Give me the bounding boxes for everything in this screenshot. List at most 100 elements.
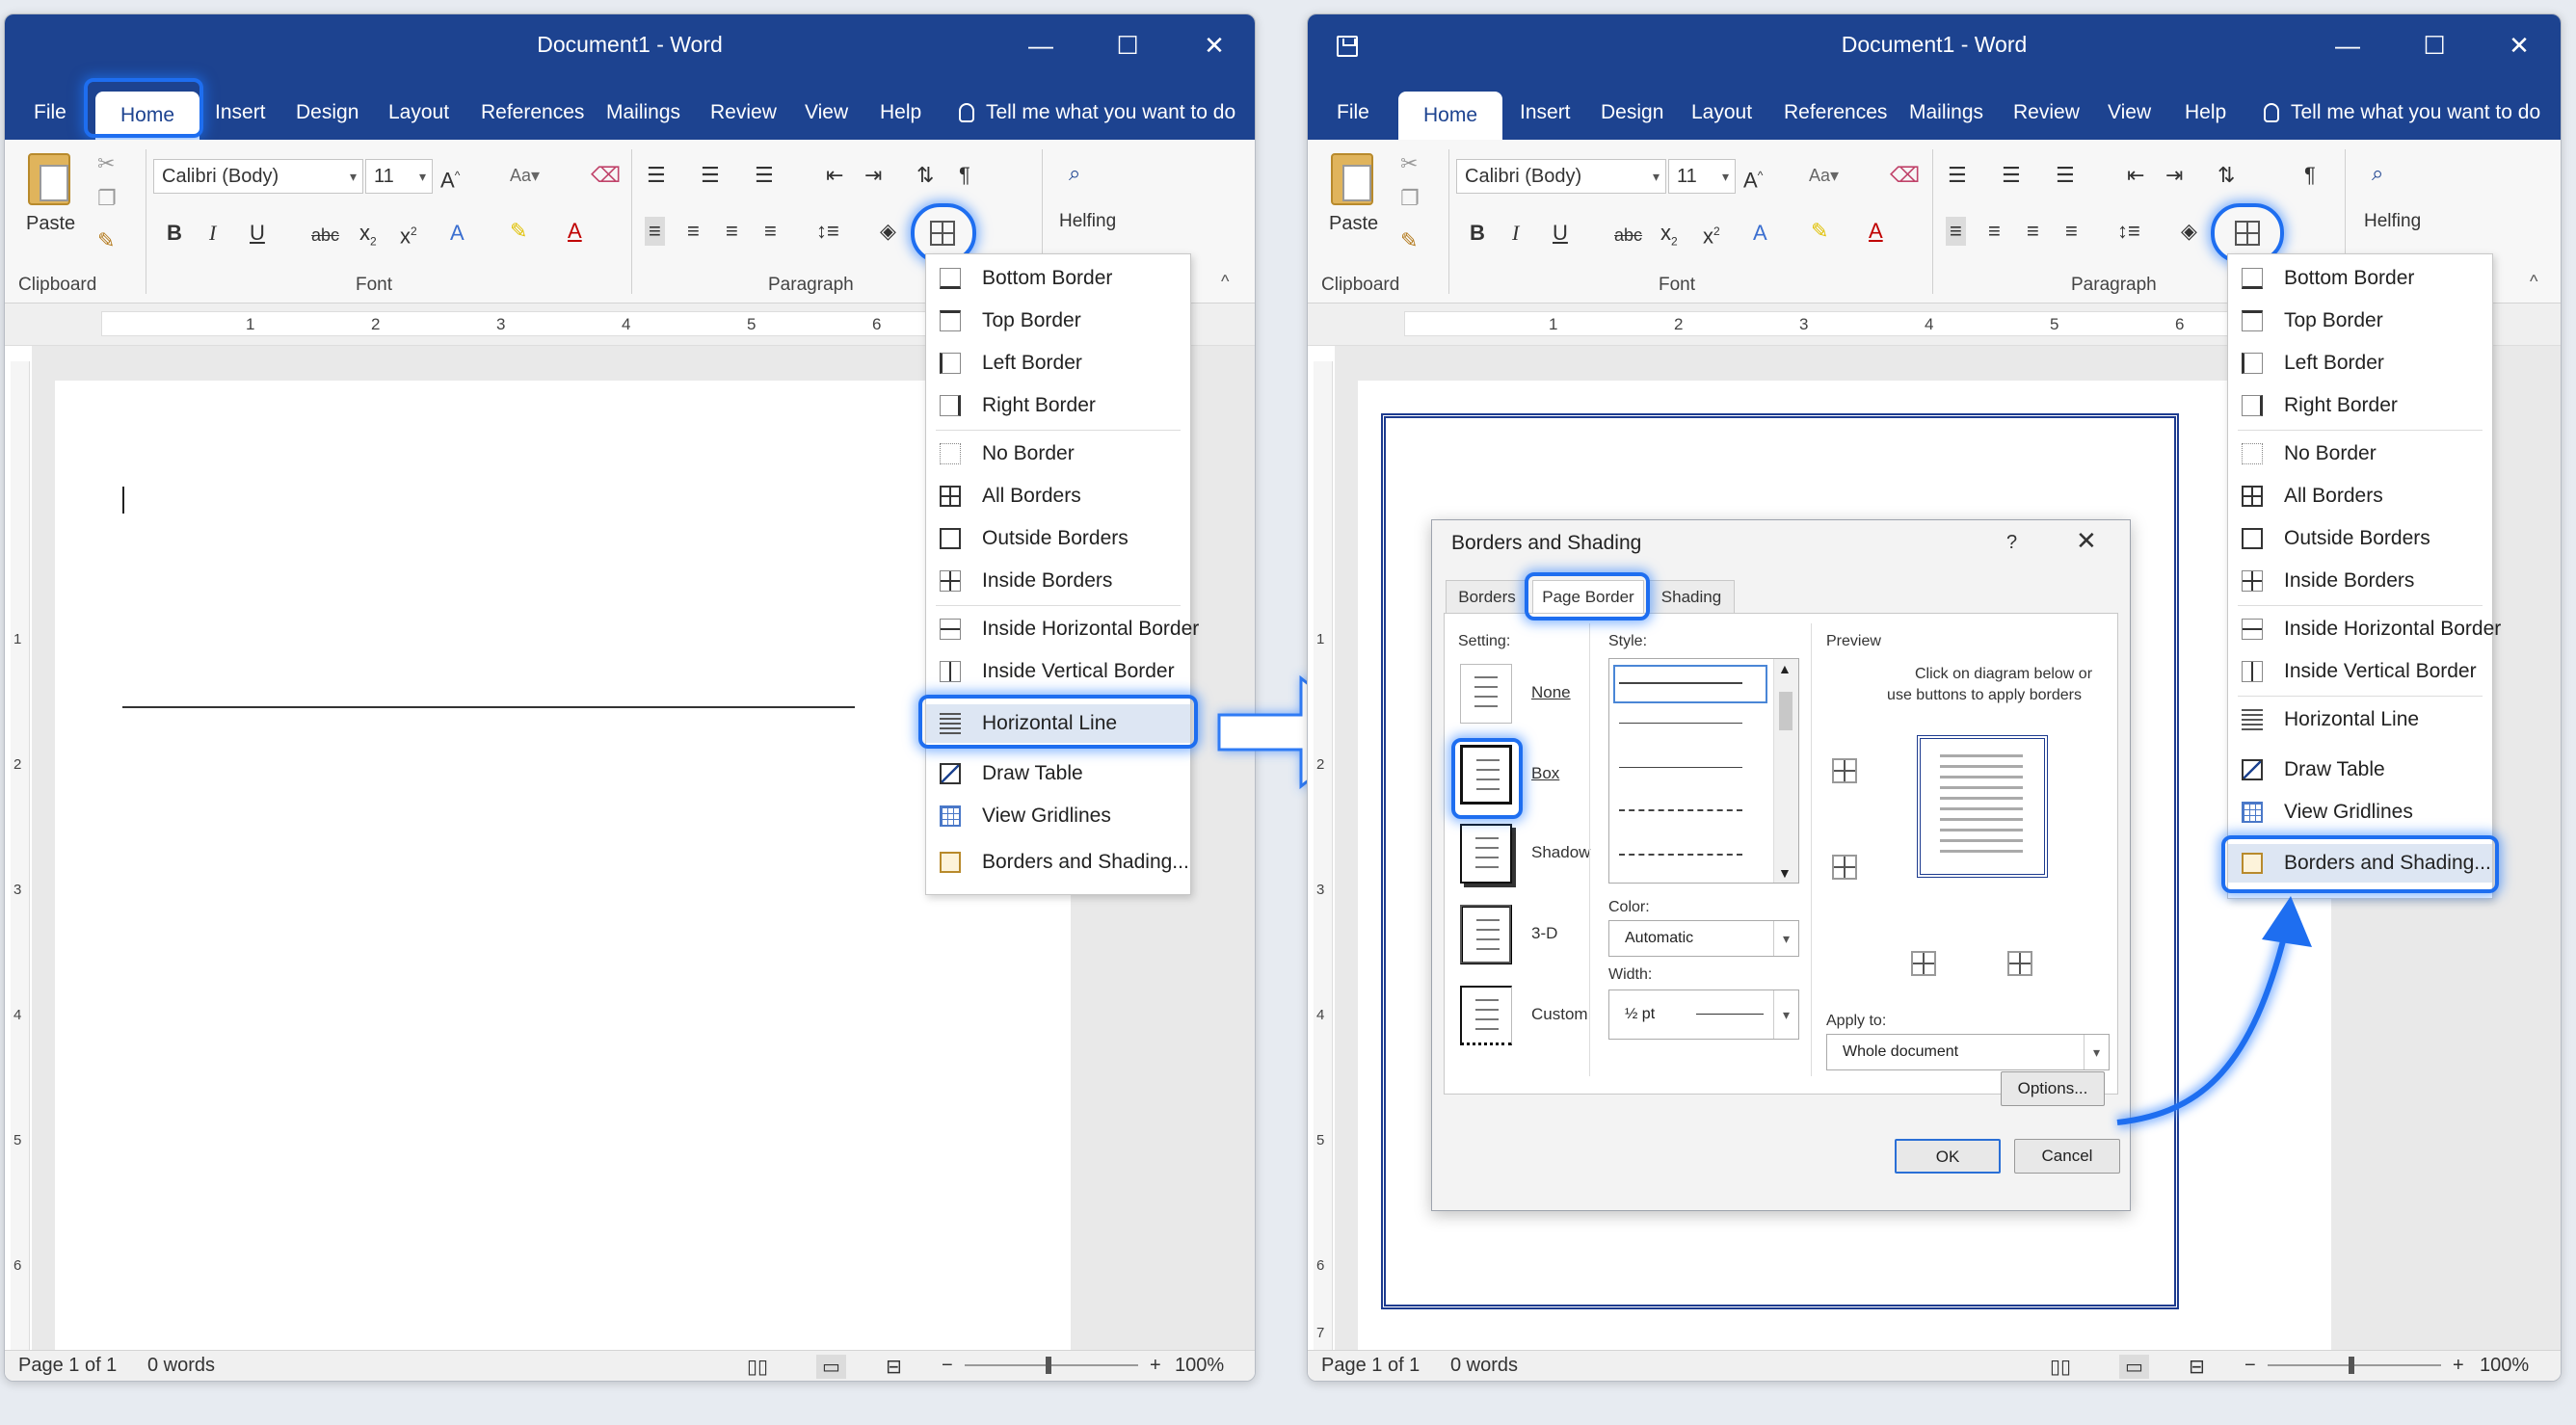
find-icon[interactable]: ⌕ (1069, 159, 1080, 188)
zoom-level[interactable]: 100% (2480, 1355, 2529, 1377)
justify-icon[interactable]: ≡ (764, 217, 777, 246)
text-effects-icon[interactable]: A (450, 219, 465, 248)
align-right-icon[interactable]: ≡ (726, 217, 738, 246)
italic-icon[interactable]: I (209, 219, 216, 248)
paragraph-mark-icon[interactable]: ¶ (2304, 161, 2316, 190)
underline-icon[interactable]: U (250, 219, 265, 248)
paste-button[interactable]: Paste (26, 209, 75, 238)
sort-icon[interactable]: ⇅ (2217, 161, 2235, 190)
grow-font-icon[interactable]: A^ (1743, 161, 1763, 195)
menu-item-inside-borders[interactable]: Inside Borders (2228, 562, 2492, 600)
paragraph-mark-icon[interactable]: ¶ (959, 161, 970, 190)
menu-item-bottom-border[interactable]: Bottom Border (926, 259, 1190, 298)
zoom-slider[interactable] (2268, 1364, 2441, 1366)
preview-bottom-border-button[interactable] (1832, 855, 1857, 880)
bold-icon[interactable]: B (1470, 219, 1485, 248)
tab-file[interactable]: File (34, 86, 66, 140)
highlight-color-icon[interactable]: ✎ (1811, 217, 1828, 246)
format-painter-icon[interactable]: ✎ (1400, 226, 1418, 255)
zoom-slider-thumb[interactable] (2349, 1357, 2354, 1374)
zoom-slider-thumb[interactable] (1046, 1357, 1051, 1374)
tab-references[interactable]: References (481, 86, 584, 140)
setting-none-label[interactable]: None (1531, 683, 1571, 702)
menu-item-bottom-border[interactable]: Bottom Border (2228, 259, 2492, 298)
increase-indent-icon[interactable]: ⇥ (2165, 161, 2183, 190)
chevron-up-icon[interactable]: ▲ (1778, 661, 1792, 676)
font-color-icon[interactable]: A (1869, 217, 1883, 246)
align-center-icon[interactable]: ≡ (1988, 217, 2001, 246)
font-name-box[interactable]: Calibri (Body) ▾ (153, 159, 363, 194)
font-size-box[interactable]: 11 ▾ (365, 159, 433, 194)
tab-review[interactable]: Review (2013, 86, 2080, 140)
chevron-down-icon[interactable]: ▼ (1778, 865, 1792, 881)
style-dashed-line[interactable] (1619, 809, 1742, 811)
menu-item-draw-table[interactable]: Draw Table (926, 754, 1190, 793)
collapse-ribbon-icon[interactable]: ^ (1221, 267, 1229, 296)
page-count[interactable]: Page 1 of 1 (1321, 1355, 1420, 1377)
word-count[interactable]: 0 words (1450, 1355, 1518, 1377)
menu-item-borders-and-shading[interactable]: Borders and Shading... (926, 843, 1190, 882)
subscript-icon[interactable]: x2 (359, 219, 377, 255)
style-thin-line[interactable] (1619, 723, 1742, 724)
align-right-icon[interactable]: ≡ (2027, 217, 2039, 246)
line-spacing-icon[interactable]: ↕≡ (2117, 217, 2140, 246)
copy-icon[interactable]: ❐ (1400, 184, 1420, 213)
tab-insert[interactable]: Insert (215, 86, 266, 140)
menu-item-top-border[interactable]: Top Border (2228, 302, 2492, 340)
close-icon[interactable]: ✕ (2076, 526, 2097, 556)
zoom-slider[interactable] (965, 1364, 1138, 1366)
superscript-icon[interactable]: x2 (400, 217, 417, 251)
style-thin-line[interactable] (1619, 767, 1742, 768)
find-icon[interactable]: ⌕ (2372, 159, 2383, 188)
numbering-icon[interactable]: ☰ (701, 161, 720, 190)
font-name-box[interactable]: Calibri (Body) ▾ (1456, 159, 1666, 194)
zoom-in-icon[interactable]: + (2453, 1355, 2464, 1377)
tell-me-search[interactable]: Tell me what you want to do (2264, 86, 2540, 140)
preview-left-border-button[interactable] (1911, 951, 1936, 976)
menu-item-no-border[interactable]: No Border (2228, 435, 2492, 473)
numbering-icon[interactable]: ☰ (2002, 161, 2021, 190)
web-layout-icon[interactable]: ⊟ (2189, 1355, 2205, 1379)
menu-item-view-gridlines[interactable]: View Gridlines (2228, 793, 2492, 831)
zoom-out-icon[interactable]: − (2244, 1355, 2256, 1377)
style-dashed-line[interactable] (1619, 854, 1742, 856)
setting-none-icon[interactable] (1460, 664, 1512, 724)
document-page[interactable] (55, 381, 1071, 1354)
maximize-icon[interactable]: ☐ (2410, 24, 2458, 66)
copy-icon[interactable]: ❐ (97, 184, 117, 213)
tab-layout[interactable]: Layout (1691, 86, 1752, 140)
minimize-icon[interactable]: — (2324, 24, 2372, 66)
setting-shadow-label[interactable]: Shadow (1531, 843, 1590, 862)
close-icon[interactable]: ✕ (1190, 24, 1238, 66)
preview-diagram[interactable] (1917, 735, 2048, 878)
tab-review[interactable]: Review (710, 86, 777, 140)
tab-layout[interactable]: Layout (388, 86, 449, 140)
format-painter-icon[interactable]: ✎ (97, 226, 115, 255)
shading-icon[interactable]: ◈ (2181, 217, 2197, 246)
italic-icon[interactable]: I (1512, 219, 1519, 248)
menu-item-all-borders[interactable]: All Borders (926, 477, 1190, 515)
multilevel-list-icon[interactable]: ☰ (2056, 161, 2075, 190)
menu-item-outside-borders[interactable]: Outside Borders (926, 519, 1190, 558)
apply-to-select[interactable]: Whole document ▾ (1826, 1034, 2110, 1070)
scrollbar-thumb[interactable] (1779, 692, 1793, 730)
decrease-indent-icon[interactable]: ⇤ (826, 161, 843, 190)
menu-item-draw-table[interactable]: Draw Table (2228, 751, 2492, 789)
setting-3d-icon[interactable] (1460, 905, 1512, 964)
style-selected[interactable] (1613, 665, 1767, 703)
cancel-button[interactable]: Cancel (2014, 1139, 2120, 1174)
tab-borders[interactable]: Borders (1446, 580, 1528, 615)
align-center-icon[interactable]: ≡ (687, 217, 700, 246)
cut-icon[interactable]: ✂ (1400, 149, 1418, 178)
close-icon[interactable]: ✕ (2495, 24, 2543, 66)
strikethrough-icon[interactable]: abc (1614, 221, 1642, 250)
underline-icon[interactable]: U (1553, 219, 1568, 248)
bullets-icon[interactable]: ☰ (647, 161, 666, 190)
word-count[interactable]: 0 words (147, 1355, 215, 1377)
tab-shading[interactable]: Shading (1648, 580, 1735, 615)
zoom-level[interactable]: 100% (1175, 1355, 1224, 1377)
editing-label[interactable]: Helfing (1059, 207, 1116, 236)
help-icon[interactable]: ? (2006, 532, 2017, 554)
text-effects-icon[interactable]: A (1753, 219, 1767, 248)
ok-button[interactable]: OK (1895, 1139, 2001, 1174)
